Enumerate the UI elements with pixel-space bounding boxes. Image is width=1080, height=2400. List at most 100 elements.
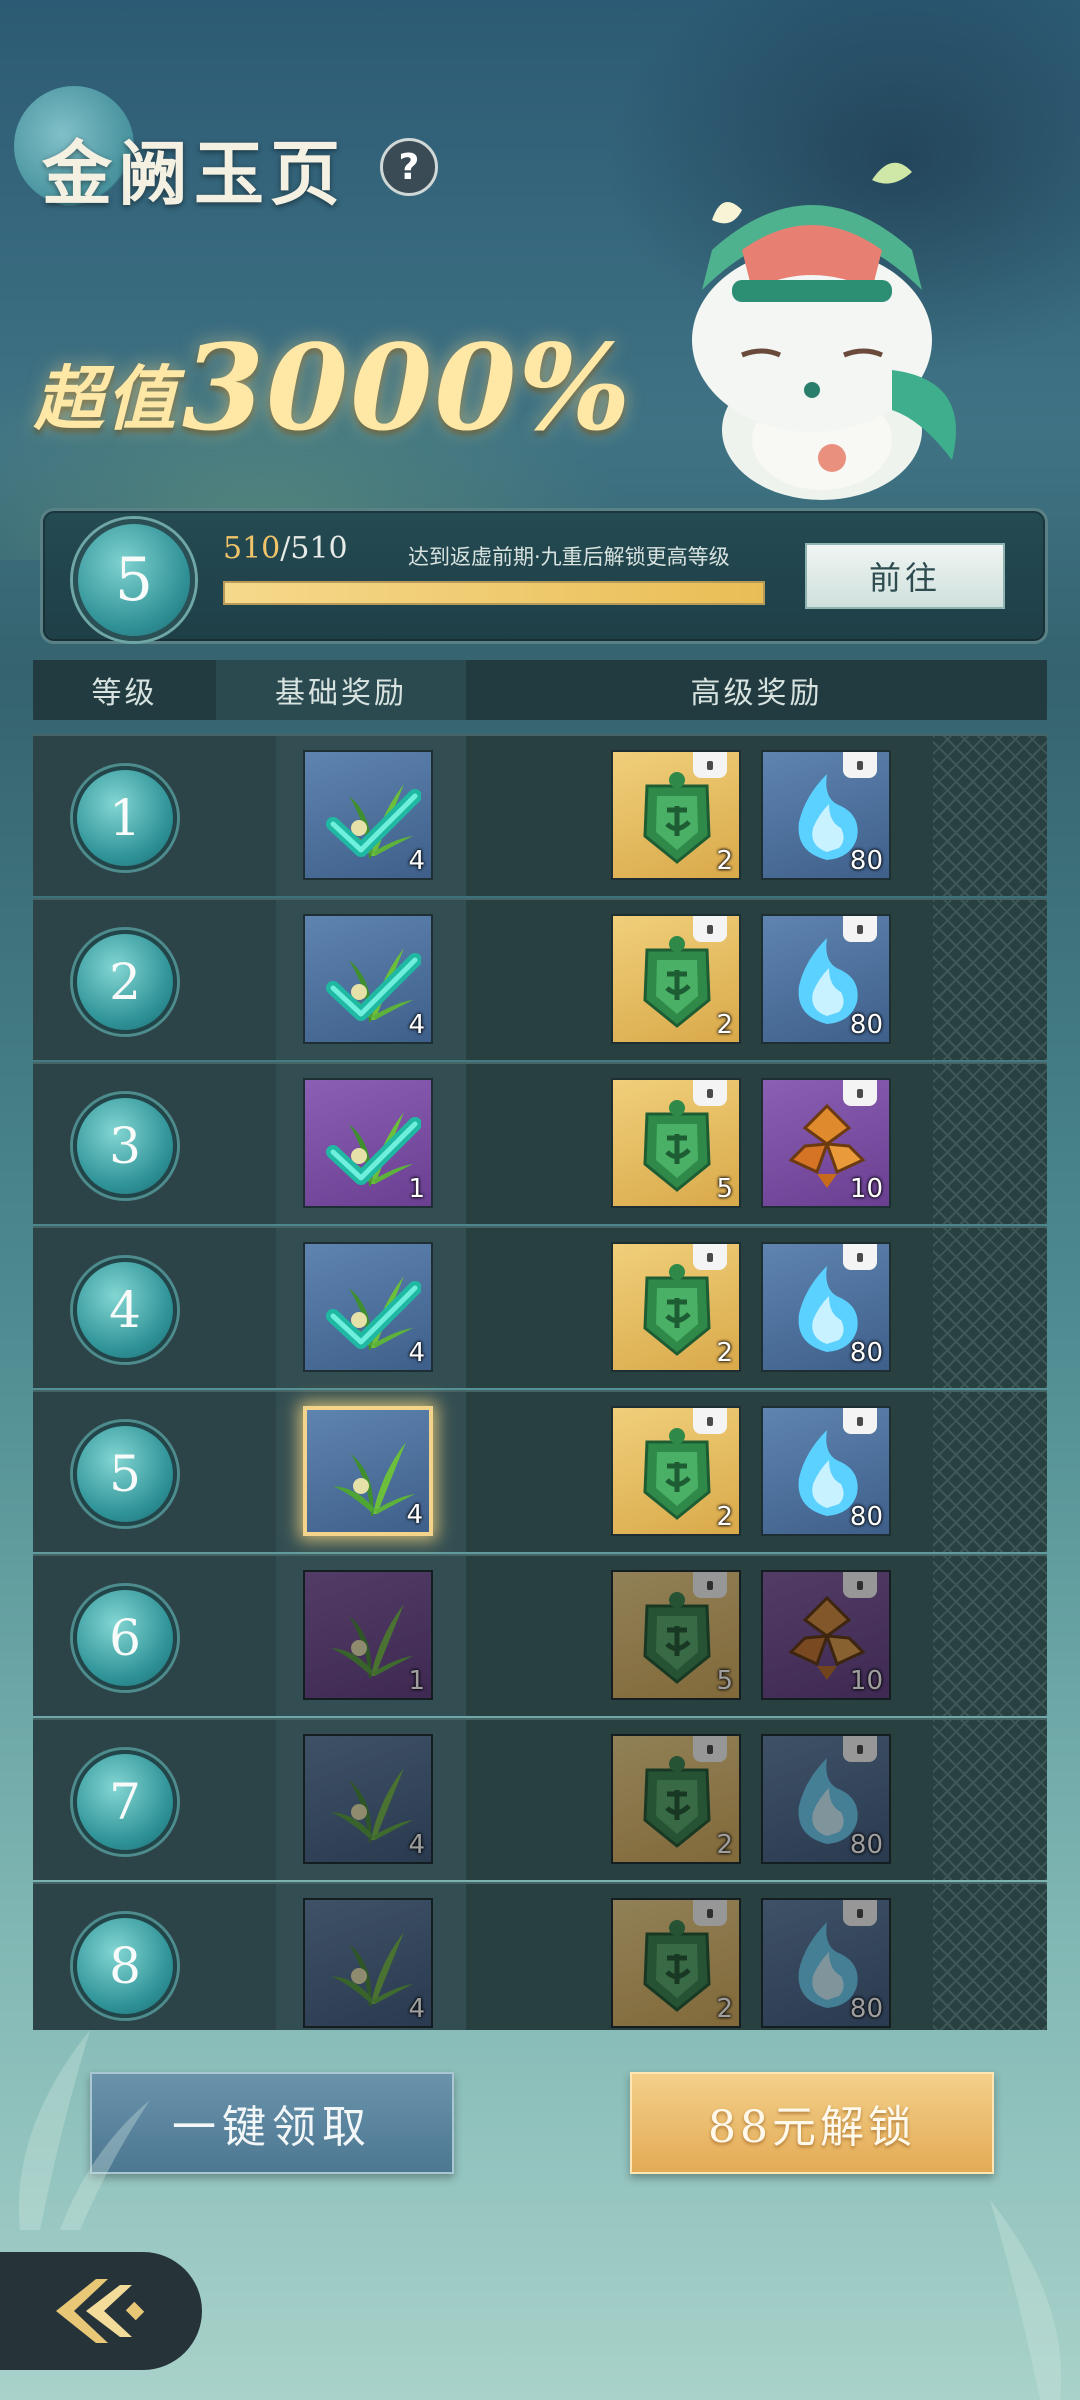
claimed-check-icon <box>326 789 421 857</box>
reward-count: 2 <box>716 1338 733 1368</box>
reward-count: 4 <box>408 1010 425 1040</box>
advanced-reward-item[interactable]: 2 <box>611 914 741 1044</box>
advanced-reward-item[interactable]: 2 <box>611 1406 741 1536</box>
basic-reward-item[interactable]: 4 <box>303 914 433 1044</box>
jade-token-icon <box>643 1592 711 1684</box>
back-button[interactable] <box>0 2252 202 2370</box>
level-cell: 8 <box>33 1884 216 2030</box>
level-number-badge: 5 <box>73 1422 177 1526</box>
header-basic-reward: 基础奖励 <box>216 660 466 720</box>
herb-icon <box>331 1932 413 2006</box>
level-cell: 6 <box>33 1556 216 1716</box>
premium-lock-tab-icon <box>693 1080 727 1106</box>
advanced-reward-item[interactable]: 2 <box>611 1242 741 1372</box>
advanced-reward-item[interactable]: 5 <box>611 1078 741 1208</box>
advanced-reward-item[interactable]: 80 <box>761 1242 891 1372</box>
basic-reward-item[interactable]: 4 <box>303 1734 433 1864</box>
reward-row: 6 1 5 10 <box>33 1554 1047 1716</box>
basic-reward-item[interactable]: 4 <box>303 1898 433 2028</box>
reward-count: 80 <box>849 846 883 876</box>
reward-row: 3 1 5 10 <box>33 1062 1047 1224</box>
advanced-reward-item[interactable]: 10 <box>761 1570 891 1700</box>
promo-banner: 超值3000% <box>34 318 633 457</box>
level-cell: 2 <box>33 900 216 1060</box>
unlock-premium-button[interactable]: 88元解锁 <box>630 2072 994 2174</box>
reward-count: 80 <box>849 1010 883 1040</box>
basic-reward-item[interactable]: 4 <box>303 750 433 880</box>
premium-lock-tab-icon <box>843 1900 877 1926</box>
help-icon[interactable]: ? <box>380 138 438 196</box>
jade-token-icon <box>643 772 711 864</box>
header-advanced-reward: 高级奖励 <box>690 676 823 711</box>
row-pattern-decoration <box>933 1556 1047 1716</box>
premium-lock-tab-icon <box>693 1900 727 1926</box>
premium-lock-tab-icon <box>693 1572 727 1598</box>
reward-count: 1 <box>408 1666 425 1696</box>
leaf-decoration-right <box>990 2200 1062 2400</box>
advanced-reward-item[interactable]: 80 <box>761 750 891 880</box>
row-pattern-decoration <box>933 1228 1047 1388</box>
xp-max: 510 <box>290 531 348 566</box>
advanced-reward-item[interactable]: 2 <box>611 1734 741 1864</box>
premium-lock-tab-icon <box>693 916 727 942</box>
xp-progress-fill <box>225 583 763 603</box>
advanced-reward-item[interactable]: 80 <box>761 1898 891 2028</box>
reward-count: 10 <box>849 1174 883 1204</box>
basic-reward-item[interactable]: 4 <box>303 1406 433 1536</box>
herb-icon <box>331 1604 413 1678</box>
premium-lock-tab-icon <box>843 752 877 778</box>
advanced-reward-item[interactable]: 5 <box>611 1570 741 1700</box>
basic-reward-item[interactable]: 1 <box>303 1570 433 1700</box>
claimed-check-icon <box>326 1117 421 1185</box>
row-pattern-decoration <box>933 1064 1047 1224</box>
advanced-reward-item[interactable]: 80 <box>761 1734 891 1864</box>
herb-icon <box>331 1768 413 1842</box>
row-pattern-decoration <box>933 900 1047 1060</box>
advanced-reward-item[interactable]: 2 <box>611 750 741 880</box>
premium-lock-tab-icon <box>693 1736 727 1762</box>
reward-row: 4 4 2 80 <box>33 1226 1047 1388</box>
reward-count: 2 <box>716 1994 733 2024</box>
reward-count: 2 <box>716 1830 733 1860</box>
basic-reward-item[interactable]: 4 <box>303 1242 433 1372</box>
advanced-reward-item[interactable]: 10 <box>761 1078 891 1208</box>
xp-separator: / <box>280 531 291 566</box>
reward-count: 10 <box>849 1666 883 1696</box>
jade-token-icon <box>643 1756 711 1848</box>
reward-row: 1 4 2 80 <box>33 734 1047 896</box>
leaf-decoration-left <box>18 2030 150 2230</box>
reward-count: 4 <box>406 1500 423 1530</box>
claimed-check-icon <box>326 1281 421 1349</box>
claimed-check-icon <box>326 953 421 1021</box>
reward-count: 5 <box>716 1666 733 1696</box>
reward-count: 80 <box>849 1338 883 1368</box>
level-cell: 1 <box>33 736 216 896</box>
row-pattern-decoration <box>933 736 1047 896</box>
mascot-illustration <box>692 162 956 500</box>
level-number-badge: 4 <box>73 1258 177 1362</box>
page-title: 金阙玉页 <box>42 132 346 215</box>
reward-count: 2 <box>716 846 733 876</box>
premium-lock-tab-icon <box>843 1736 877 1762</box>
reward-count: 4 <box>408 1994 425 2024</box>
row-pattern-decoration <box>933 1392 1047 1552</box>
basic-reward-item[interactable]: 1 <box>303 1078 433 1208</box>
premium-lock-tab-icon <box>693 752 727 778</box>
premium-lock-tab-icon <box>843 916 877 942</box>
jade-token-icon <box>643 1264 711 1356</box>
goto-button[interactable]: 前往 <box>805 543 1005 609</box>
premium-lock-tab-icon <box>693 1244 727 1270</box>
reward-count: 80 <box>849 1830 883 1860</box>
reward-count: 2 <box>716 1010 733 1040</box>
level-number-badge: 3 <box>73 1094 177 1198</box>
reward-count: 5 <box>716 1174 733 1204</box>
advanced-reward-item[interactable]: 80 <box>761 1406 891 1536</box>
level-number-badge: 2 <box>73 930 177 1034</box>
xp-current: 510 <box>223 531 281 566</box>
advanced-reward-item[interactable]: 80 <box>761 914 891 1044</box>
advanced-reward-item[interactable]: 2 <box>611 1898 741 2028</box>
reward-row: 5 4 2 80 <box>33 1390 1047 1552</box>
header-level: 等级 <box>33 660 218 720</box>
level-number-badge: 7 <box>73 1750 177 1854</box>
jade-token-icon <box>643 936 711 1028</box>
